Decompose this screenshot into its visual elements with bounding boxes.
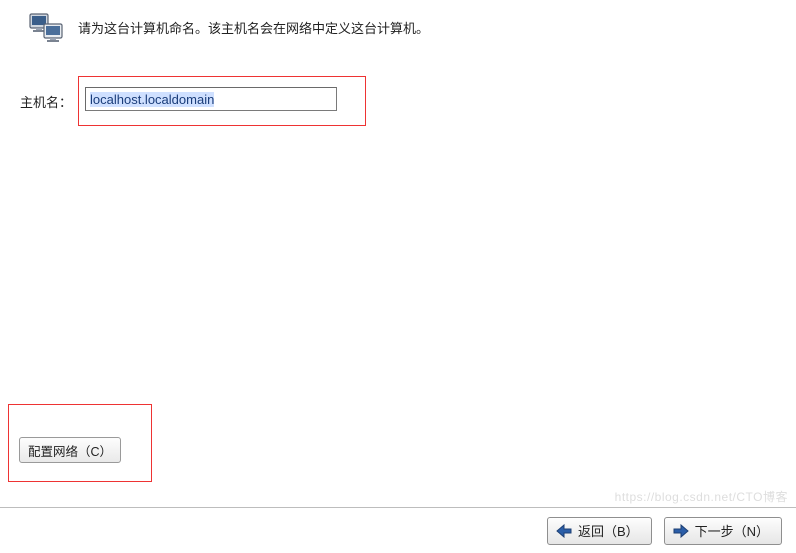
watermark-text: https://blog.csdn.net/CTO博客	[615, 488, 788, 505]
computer-network-icon	[28, 12, 66, 48]
arrow-right-icon	[673, 524, 689, 538]
hostname-highlight-box	[78, 76, 366, 126]
back-button[interactable]: 返回（B）	[547, 517, 652, 545]
footer-nav: 返回（B） 下一步（N）	[0, 507, 796, 553]
back-button-label: 返回（B）	[578, 521, 639, 540]
configure-network-highlight-box: 配置网络（C）	[8, 404, 152, 482]
page-description: 请为这台计算机命名。该主机名会在网络中定义这台计算机。	[78, 12, 429, 37]
next-button[interactable]: 下一步（N）	[664, 517, 782, 545]
hostname-input[interactable]	[85, 87, 337, 111]
arrow-left-icon	[556, 524, 572, 538]
hostname-label: 主机名：	[20, 92, 72, 111]
next-button-label: 下一步（N）	[695, 521, 769, 540]
configure-network-button[interactable]: 配置网络（C）	[19, 437, 121, 463]
